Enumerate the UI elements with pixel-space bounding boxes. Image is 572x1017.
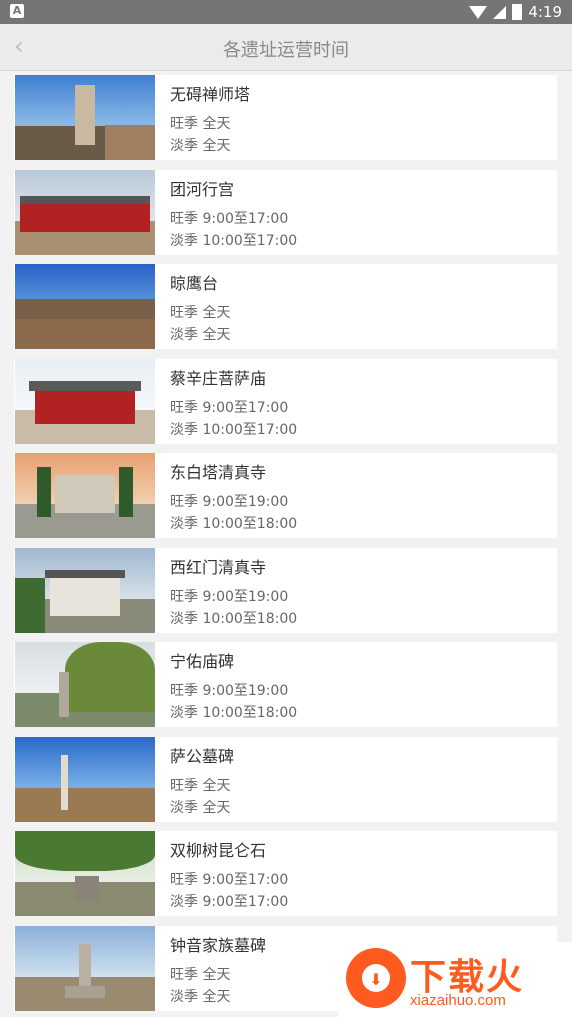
site-photo bbox=[15, 737, 155, 822]
peak-hours: 旺季 全天 bbox=[170, 778, 231, 794]
peak-hours: 旺季 全天 bbox=[170, 967, 231, 983]
list-item[interactable]: 宁佑庙碑 旺季 9:00至19:00 淡季 10:00至18:00 bbox=[14, 642, 557, 727]
watermark-url: xiazaihuo.com bbox=[410, 992, 506, 1009]
list-item[interactable]: 西红门清真寺 旺季 9:00至19:00 淡季 10:00至18:00 bbox=[14, 548, 557, 633]
list-item[interactable]: 双柳树昆仑石 旺季 9:00至17:00 淡季 9:00至17:00 bbox=[14, 831, 557, 916]
list-item[interactable]: 晾鹰台 旺季 全天 淡季 全天 bbox=[14, 264, 557, 349]
site-photo bbox=[15, 642, 155, 727]
site-photo bbox=[15, 831, 155, 916]
off-peak-hours: 淡季 10:00至18:00 bbox=[170, 611, 298, 627]
peak-hours: 旺季 9:00至19:00 bbox=[170, 683, 289, 699]
off-peak-hours: 淡季 10:00至17:00 bbox=[170, 233, 298, 249]
off-peak-hours: 淡季 全天 bbox=[170, 327, 231, 343]
site-name: 西红门清真寺 bbox=[170, 558, 267, 577]
site-photo bbox=[15, 75, 155, 160]
site-name: 团河行宫 bbox=[170, 180, 235, 199]
site-photo bbox=[15, 453, 155, 538]
status-icons: 4:19 bbox=[469, 3, 562, 21]
peak-hours: 旺季 9:00至17:00 bbox=[170, 400, 289, 416]
peak-hours: 旺季 9:00至17:00 bbox=[170, 872, 289, 888]
site-name: 双柳树昆仑石 bbox=[170, 841, 267, 860]
wifi-icon bbox=[469, 5, 488, 19]
off-peak-hours: 淡季 全天 bbox=[170, 800, 231, 816]
watermark: ⬇ 下载火 xiazaihuo.com bbox=[338, 942, 572, 1017]
site-photo bbox=[15, 359, 155, 444]
site-photo bbox=[15, 926, 155, 1011]
peak-hours: 旺季 9:00至17:00 bbox=[170, 211, 289, 227]
list-item[interactable]: 团河行宫 旺季 9:00至17:00 淡季 10:00至17:00 bbox=[14, 170, 557, 255]
page-title: 各遗址运营时间 bbox=[223, 40, 349, 61]
off-peak-hours: 淡季 9:00至17:00 bbox=[170, 894, 289, 910]
peak-hours: 旺季 全天 bbox=[170, 305, 231, 321]
off-peak-hours: 淡季 全天 bbox=[170, 138, 231, 154]
list-item[interactable]: 萨公墓碑 旺季 全天 淡季 全天 bbox=[14, 737, 557, 822]
list-item[interactable]: 蔡辛庄菩萨庙 旺季 9:00至17:00 淡季 10:00至17:00 bbox=[14, 359, 557, 444]
off-peak-hours: 淡季 全天 bbox=[170, 989, 231, 1005]
off-peak-hours: 淡季 10:00至17:00 bbox=[170, 422, 298, 438]
site-photo bbox=[15, 264, 155, 349]
site-photo bbox=[15, 170, 155, 255]
site-name: 宁佑庙碑 bbox=[170, 652, 235, 671]
notification-icon: A bbox=[10, 4, 24, 18]
site-name: 无碍禅师塔 bbox=[170, 85, 251, 104]
download-icon: ⬇ bbox=[369, 970, 383, 989]
list-item[interactable]: 东白塔清真寺 旺季 9:00至19:00 淡季 10:00至18:00 bbox=[14, 453, 557, 538]
status-time: 4:19 bbox=[528, 3, 562, 21]
top-app-bar: ‹ 各遗址运营时间 bbox=[0, 24, 572, 71]
off-peak-hours: 淡季 10:00至18:00 bbox=[170, 516, 298, 532]
signal-icon bbox=[493, 5, 507, 19]
peak-hours: 旺季 9:00至19:00 bbox=[170, 494, 289, 510]
peak-hours: 旺季 9:00至19:00 bbox=[170, 589, 289, 605]
site-name: 晾鹰台 bbox=[170, 274, 219, 293]
off-peak-hours: 淡季 10:00至18:00 bbox=[170, 705, 298, 721]
battery-icon bbox=[512, 4, 523, 20]
site-name: 东白塔清真寺 bbox=[170, 463, 267, 482]
site-name: 蔡辛庄菩萨庙 bbox=[170, 369, 267, 388]
status-bar: A 4:19 bbox=[0, 0, 572, 24]
site-name: 萨公墓碑 bbox=[170, 747, 235, 766]
site-name: 钟音家族墓碑 bbox=[170, 936, 267, 955]
site-photo bbox=[15, 548, 155, 633]
list-item[interactable]: 无碍禅师塔 旺季 全天 淡季 全天 bbox=[14, 75, 557, 160]
peak-hours: 旺季 全天 bbox=[170, 116, 231, 132]
